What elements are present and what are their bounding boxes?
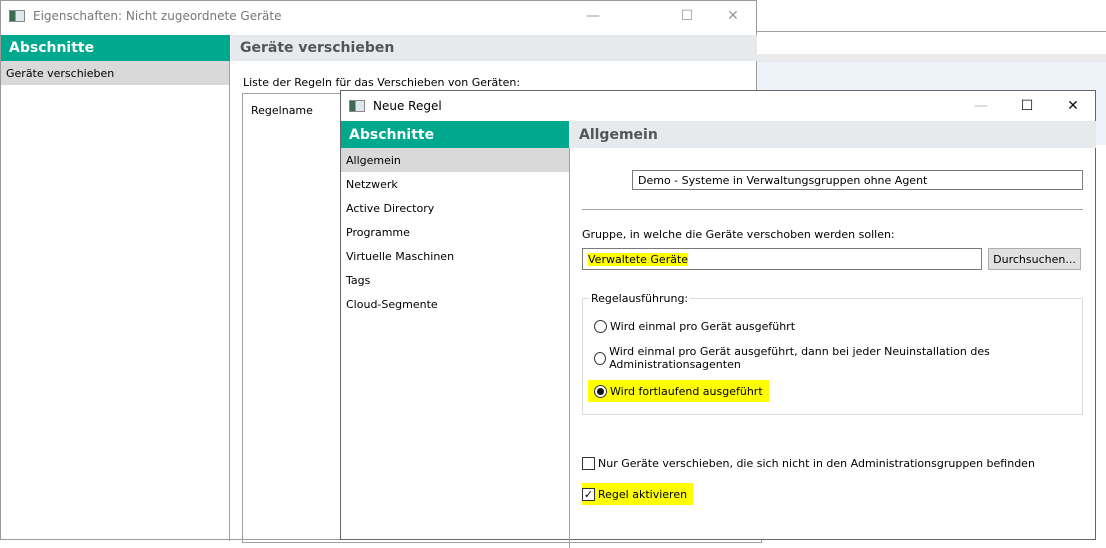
section-title: Geräte verschieben xyxy=(231,35,757,61)
checkbox-label: Nur Geräte verschieben, die sich nicht i… xyxy=(598,456,1035,470)
separator xyxy=(582,209,1083,210)
checkbox[interactable] xyxy=(582,456,595,470)
enable-rule-checkbox[interactable]: ✓ Regel aktivieren xyxy=(582,483,694,505)
app-icon xyxy=(349,100,365,112)
close-button[interactable]: ✕ xyxy=(1050,91,1096,121)
radio-button-selected[interactable] xyxy=(594,384,607,398)
minimize-button[interactable]: — xyxy=(958,91,1004,121)
maximize-button[interactable]: ☐ xyxy=(664,1,710,31)
group-input[interactable]: Verwaltete Geräte xyxy=(582,248,982,270)
new-rule-dialog: Neue Regel — ☐ ✕ Abschnitte Allgemein Ne… xyxy=(340,90,1096,548)
checkmark-icon[interactable]: ✓ xyxy=(582,487,595,501)
group-label: Gruppe, in welche die Geräte verschoben … xyxy=(582,228,895,241)
sidebar-item-programme[interactable]: Programme xyxy=(341,220,569,244)
execution-groupbox: Regelausführung: Wird einmal pro Gerät a… xyxy=(582,292,1083,415)
only-unassigned-checkbox[interactable]: Nur Geräte verschieben, die sich nicht i… xyxy=(582,453,1035,473)
sidebar-item-netzwerk[interactable]: Netzwerk xyxy=(341,172,569,196)
radio-once-reinstall[interactable]: Wird einmal pro Gerät ausgeführt, dann b… xyxy=(594,345,1082,371)
radio-once[interactable]: Wird einmal pro Gerät ausgeführt xyxy=(594,316,795,336)
title-bar: Eigenschaften: Nicht zugeordnete Geräte xyxy=(1,1,756,31)
sidebar-item-cloud-segmente[interactable]: Cloud-Segmente xyxy=(341,292,569,316)
radio-label: Wird einmal pro Gerät ausgeführt, dann b… xyxy=(609,345,990,371)
sidebar-item-virtuelle-maschinen[interactable]: Virtuelle Maschinen xyxy=(341,244,569,268)
sidebar-item-tags[interactable]: Tags xyxy=(341,268,569,292)
execution-legend: Regelausführung: xyxy=(589,292,691,305)
sidebar-item-allgemein[interactable]: Allgemein xyxy=(341,148,569,172)
sidebar: Allgemein Netzwerk Active Directory Prog… xyxy=(341,148,570,548)
radio-button[interactable] xyxy=(594,351,607,365)
sidebar-item-active-directory[interactable]: Active Directory xyxy=(341,196,569,220)
rule-name-input[interactable]: Demo - Systeme in Verwaltungsgruppen ohn… xyxy=(632,170,1083,190)
app-icon xyxy=(9,10,25,22)
sidebar: Geräte verschieben xyxy=(1,61,230,541)
radio-continuous[interactable]: Wird fortlaufend ausgeführt xyxy=(588,380,769,402)
list-label: Liste der Regeln für das Verschieben von… xyxy=(243,76,521,89)
sidebar-header: Abschnitte xyxy=(1,35,230,61)
sidebar-item-geraete-verschieben[interactable]: Geräte verschieben xyxy=(1,61,229,85)
minimize-button[interactable]: — xyxy=(570,1,616,31)
window-title: Eigenschaften: Nicht zugeordnete Geräte xyxy=(33,9,282,23)
radio-button[interactable] xyxy=(594,319,607,333)
close-button[interactable]: ✕ xyxy=(710,1,756,31)
browse-button[interactable]: Durchsuchen... xyxy=(988,248,1081,270)
radio-label: Wird fortlaufend ausgeführt xyxy=(610,384,763,398)
sidebar-header: Abschnitte xyxy=(341,121,569,148)
radio-label: Wird einmal pro Gerät ausgeführt xyxy=(610,319,796,333)
section-title: Allgemein xyxy=(570,121,1096,148)
column-header-regelname[interactable]: Regelname xyxy=(251,104,313,117)
dialog-title: Neue Regel xyxy=(373,99,442,113)
group-value: Verwaltete Geräte xyxy=(588,252,689,266)
checkbox-label: Regel aktivieren xyxy=(598,487,688,501)
maximize-button[interactable]: ☐ xyxy=(1004,91,1050,121)
